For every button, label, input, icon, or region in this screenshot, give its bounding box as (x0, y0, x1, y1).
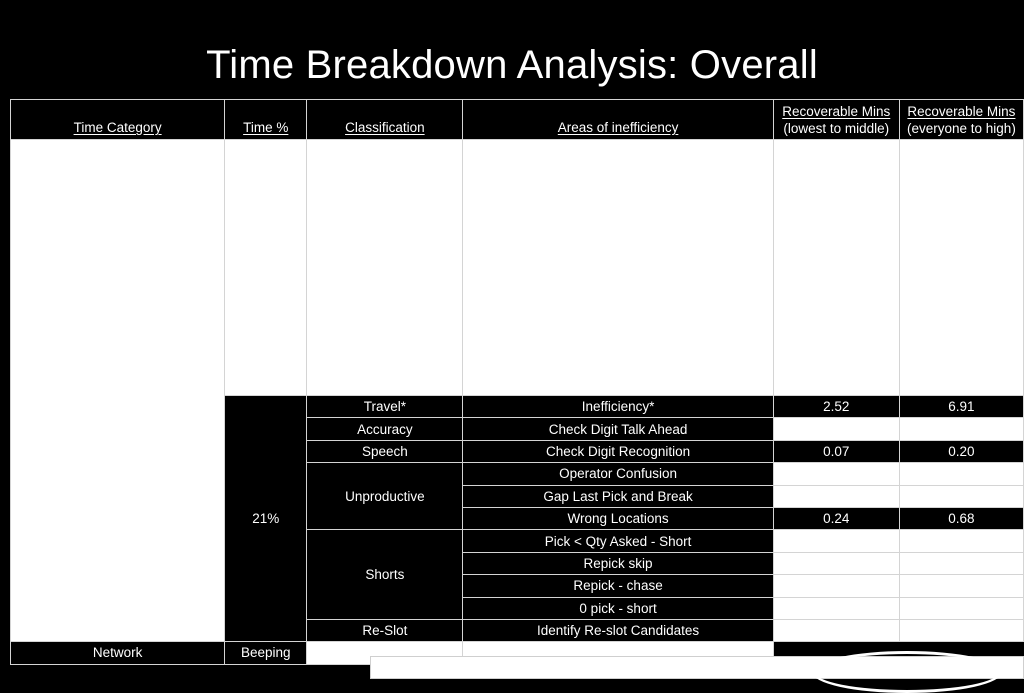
cell-area: Inefficiency* (462, 394, 774, 419)
cell-filler-areas (462, 139, 774, 396)
cell-area: Check Digit Talk Ahead (462, 417, 774, 441)
cell-area: Repick - chase (462, 574, 774, 598)
cell-area: 0 pick - short (462, 596, 774, 620)
column-header-classification: Classification (306, 99, 464, 140)
column-header-classification-label: Classification (345, 120, 425, 135)
column-header-recoverable-mins-everyone-to-high: Recoverable Mins (everyone to high) (898, 99, 1024, 140)
cell-classification: Unproductive (306, 462, 464, 531)
cell-recoverable-low: 0.07 (772, 439, 900, 464)
cell-recoverable-high (898, 596, 1024, 620)
cell-recoverable-high: 0.68 (898, 506, 1024, 531)
table-empty-band-row (9, 138, 1024, 643)
cell-filler-recoverable-high (898, 139, 1024, 396)
page-title: Time Breakdown Analysis: Overall (206, 43, 818, 87)
cell-area: Check Digit Recognition (462, 439, 774, 464)
column-header-time-percent: Time % (224, 99, 308, 140)
cell-recoverable-high (898, 551, 1024, 576)
cell-area: Pick < Qty Asked - Short (462, 529, 774, 553)
cell-recoverable-high (898, 618, 1024, 643)
cell-area: Beeping (224, 641, 308, 665)
cell-recoverable-high (898, 574, 1024, 598)
time-breakdown-table: Time Category Time % Classification Area… (9, 99, 1024, 665)
cell-area: Repick skip (462, 551, 774, 576)
cell-filler-time-percent (224, 139, 308, 396)
cell-time-percent: 21% (224, 394, 308, 643)
cell-classification: Accuracy (306, 417, 464, 441)
column-header-recoverable-low-title: Recoverable Mins (782, 103, 891, 119)
cell-recoverable-low (772, 462, 900, 486)
cell-time-category-blank (9, 138, 226, 643)
cell-recoverable-low: 0.24 (772, 506, 900, 531)
cell-recoverable-low (772, 484, 900, 508)
column-header-recoverable-mins-lowest-to-middle: Recoverable Mins (lowest to middle) (772, 99, 900, 140)
column-header-time-category: Time Category (9, 99, 226, 140)
cell-recoverable-low (772, 529, 900, 553)
cell-classification: Speech (306, 439, 464, 464)
column-header-recoverable-low-subtitle: (lowest to middle) (783, 120, 890, 136)
cell-recoverable-high (898, 417, 1024, 441)
cell-recoverable-high: 0.20 (898, 439, 1024, 464)
cell-recoverable-high (898, 529, 1024, 553)
column-header-time-category-label: Time Category (73, 120, 162, 135)
cell-recoverable-low (772, 417, 900, 441)
slide-top-margin (0, 0, 1024, 38)
column-header-areas-of-inefficiency: Areas of inefficiency (462, 99, 774, 140)
column-header-recoverable-high-subtitle: (everyone to high) (907, 120, 1016, 136)
cell-recoverable-low (772, 574, 900, 598)
column-header-areas-label: Areas of inefficiency (557, 120, 679, 135)
cell-recoverable-high: 6.91 (898, 394, 1024, 419)
cell-filler-recoverable-low (772, 139, 900, 396)
cell-recoverable-low (772, 618, 900, 643)
cell-classification: Travel* (306, 394, 464, 419)
cell-recoverable-low (772, 596, 900, 620)
table-header-row: Time Category Time % Classification Area… (9, 99, 1024, 140)
cell-recoverable-low (772, 551, 900, 576)
cell-classification: Network (9, 641, 226, 665)
cell-filler-classification (306, 139, 464, 396)
column-header-recoverable-high-title: Recoverable Mins (907, 103, 1016, 119)
cell-recoverable-high (898, 484, 1024, 508)
column-header-time-percent-label: Time % (243, 120, 289, 135)
cell-classification: Re-Slot (306, 618, 464, 643)
cell-area: Operator Confusion (462, 462, 774, 486)
cell-area: Identify Re-slot Candidates (462, 618, 774, 643)
cell-recoverable-high (898, 462, 1024, 486)
cell-recoverable-low: 2.52 (772, 394, 900, 419)
cell-area: Gap Last Pick and Break (462, 484, 774, 508)
cell-area: Wrong Locations (462, 506, 774, 531)
cell-classification: Shorts (306, 529, 464, 620)
highlight-ellipse-annotation (812, 651, 1002, 693)
